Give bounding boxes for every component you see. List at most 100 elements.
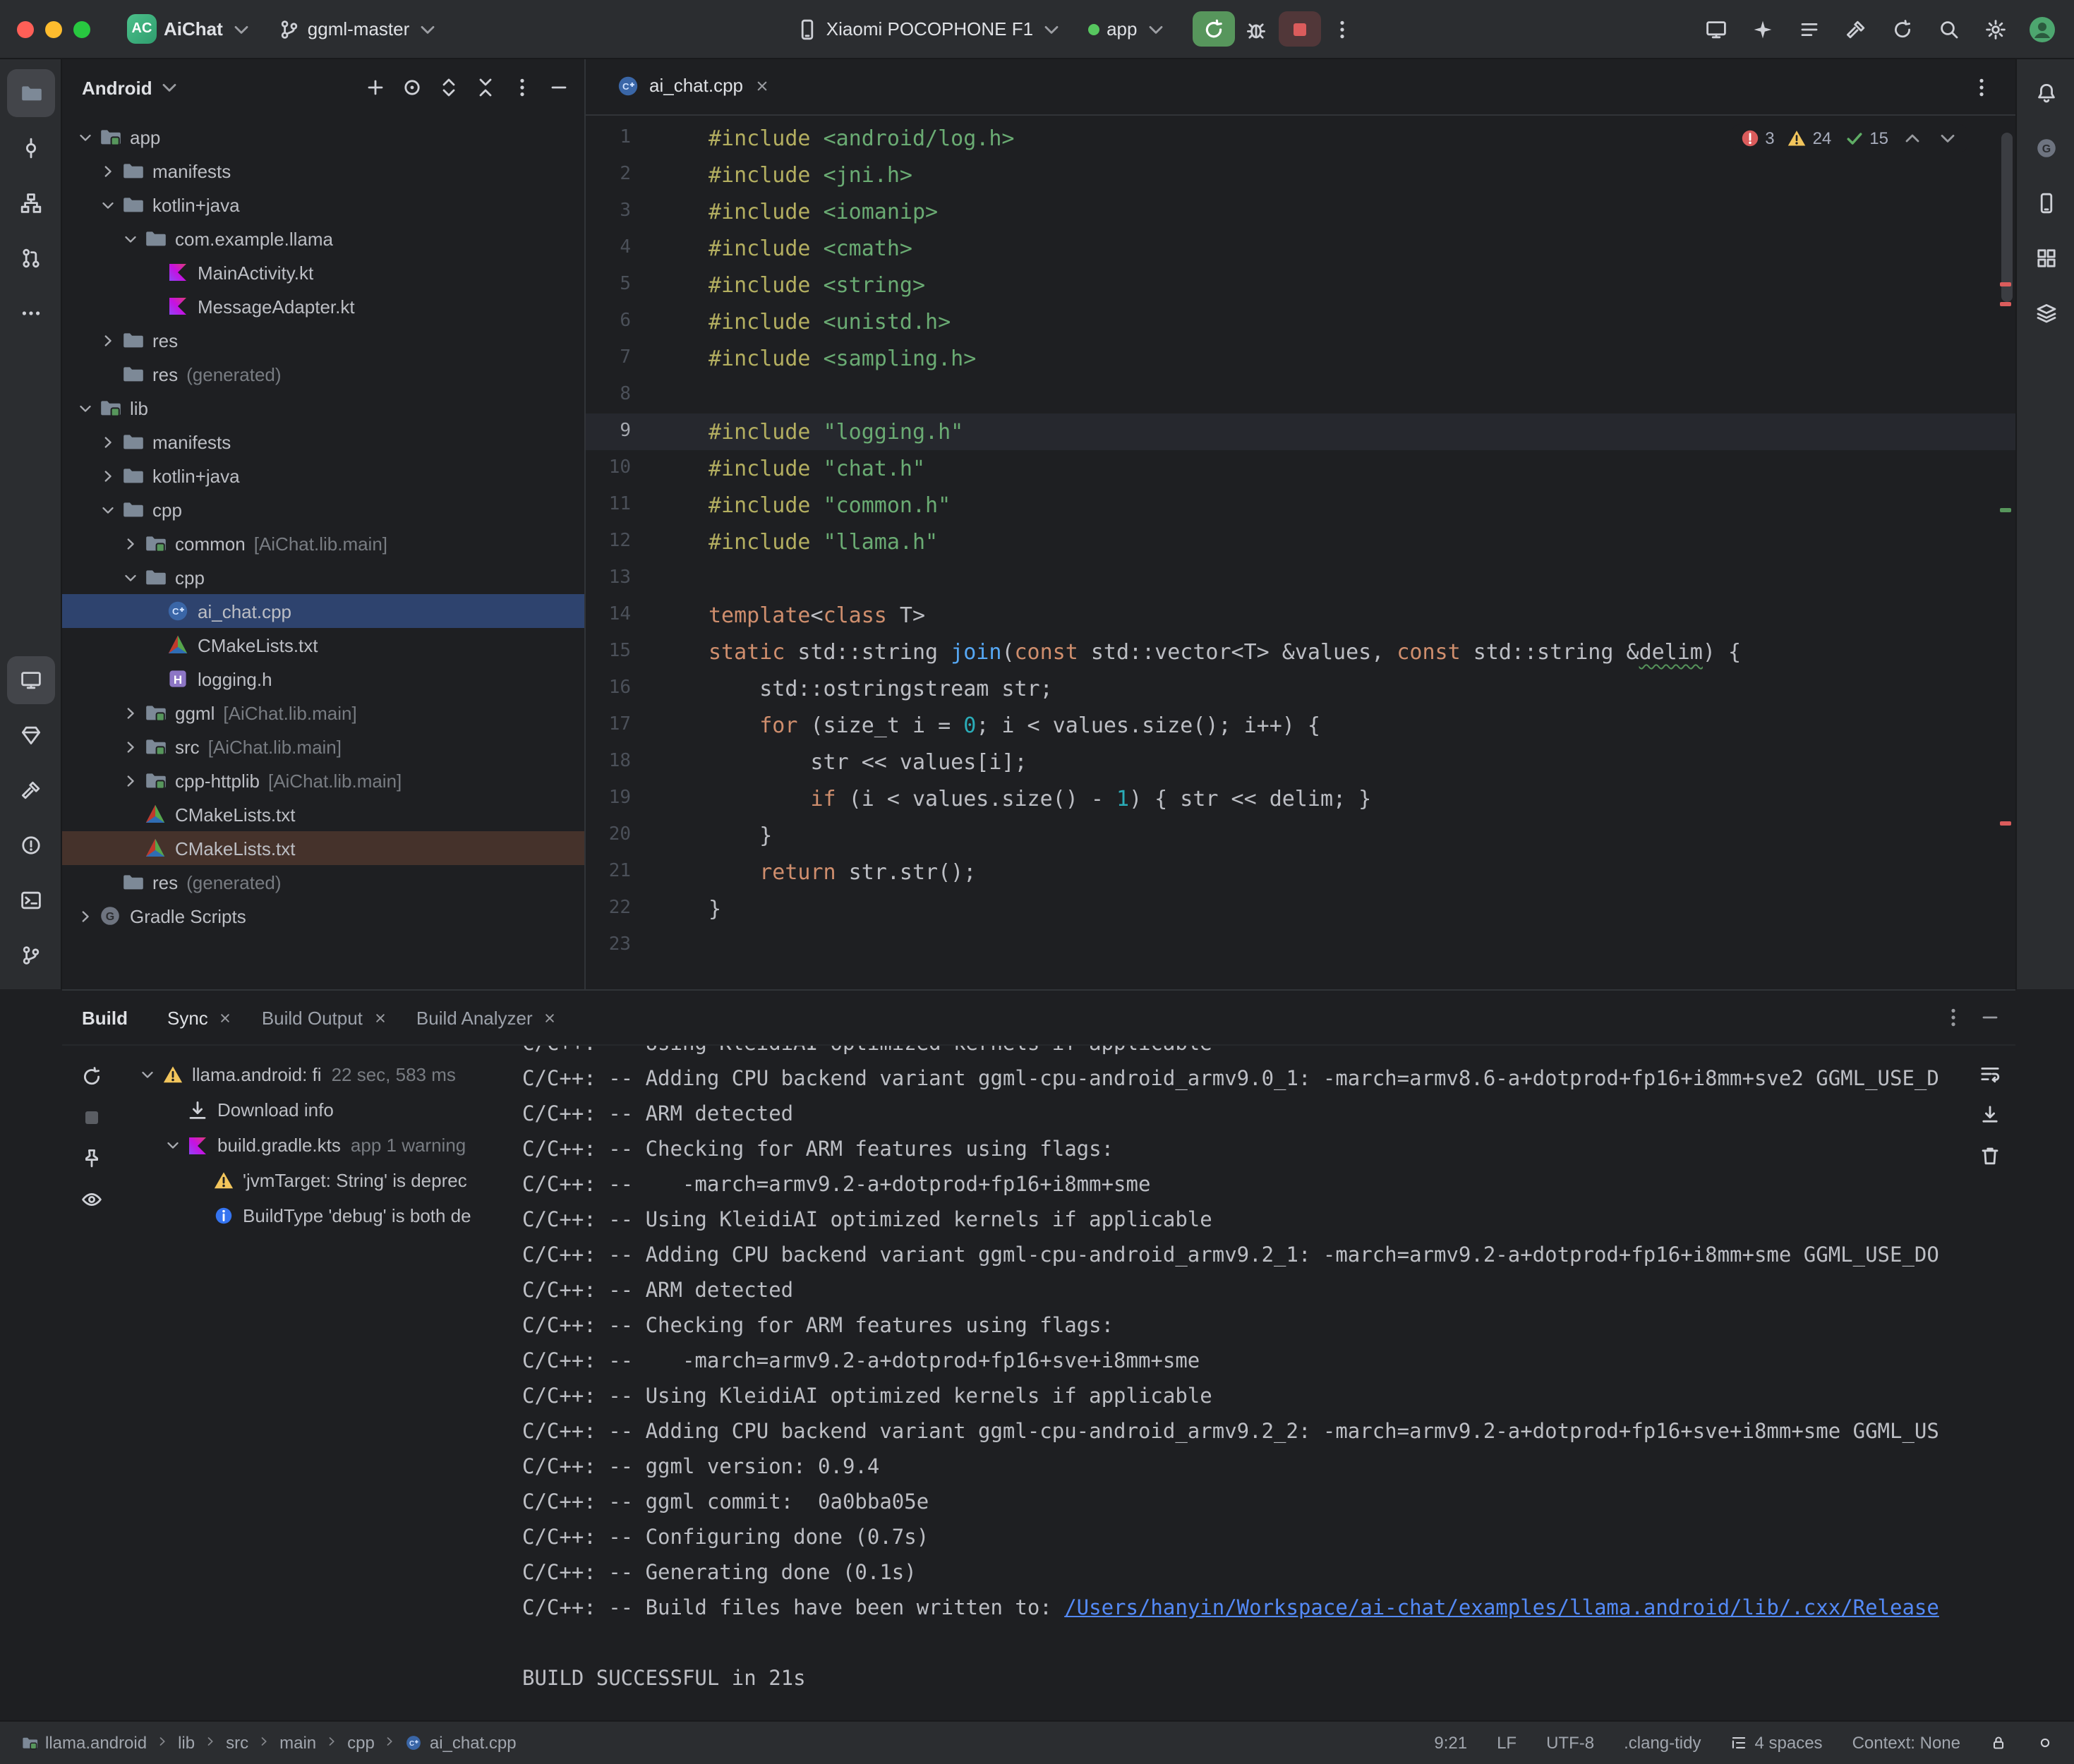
close-tab-icon[interactable] <box>753 77 770 94</box>
chevron-down-icon[interactable] <box>96 498 120 521</box>
build-output-path-link[interactable]: /Users/hanyin/Workspace/ai-chat/examples… <box>1064 1597 1939 1620</box>
device-manager-tool-button[interactable] <box>2022 179 2070 227</box>
chevron-down-icon[interactable] <box>119 227 143 250</box>
code-line-22[interactable]: 22} <box>586 890 2015 927</box>
build-tree-item-0[interactable]: llama.android: fi22 sec, 583 ms <box>121 1057 505 1092</box>
code-line-18[interactable]: 18 str << values[i]; <box>586 744 2015 780</box>
code-line-8[interactable]: 8 <box>586 377 2015 413</box>
app-inspection-tool-button[interactable] <box>2022 289 2070 337</box>
tree-item-cpp-13[interactable]: cpp <box>62 560 584 594</box>
tree-item-common-12[interactable]: common[AiChat.lib.main] <box>62 526 584 560</box>
code-line-13[interactable]: 13 <box>586 560 2015 597</box>
close-window-button[interactable] <box>17 20 34 37</box>
tree-item-cmakelists-txt-20[interactable]: CMakeLists.txt <box>62 797 584 831</box>
stop-button[interactable] <box>1279 11 1321 47</box>
tree-item-res-7[interactable]: res(generated) <box>62 357 584 391</box>
close-tab-icon[interactable] <box>543 1010 558 1025</box>
code-line-23[interactable]: 23 <box>586 927 2015 964</box>
scroll-to-end-button[interactable] <box>1973 1098 2007 1132</box>
settings-icon[interactable] <box>1976 11 2014 47</box>
code-line-14[interactable]: 14template<class T> <box>586 597 2015 634</box>
project-widget[interactable]: AC AiChat <box>116 8 264 49</box>
app-quality-insights-tool-button[interactable] <box>6 711 54 759</box>
tree-item-messageadapter-kt-5[interactable]: MessageAdapter.kt <box>62 289 584 323</box>
problems-tool-button[interactable] <box>6 821 54 869</box>
code-line-11[interactable]: 11#include "common.h" <box>586 487 2015 524</box>
chevron-down-icon[interactable] <box>96 193 120 216</box>
tree-item-com-example-llama-3[interactable]: com.example.llama <box>62 222 584 255</box>
panel-options-button[interactable] <box>505 71 539 104</box>
chevron-right-icon[interactable] <box>73 905 97 927</box>
line-separator[interactable]: LF <box>1493 1730 1521 1756</box>
previous-issue-icon[interactable] <box>1901 127 1924 150</box>
tree-item-manifests-9[interactable]: manifests <box>62 425 584 459</box>
breadcrumb-src[interactable]: src <box>222 1732 253 1754</box>
chevron-right-icon[interactable] <box>96 329 120 351</box>
tree-item-app-0[interactable]: app <box>62 120 584 154</box>
project-tool-button[interactable] <box>6 69 54 117</box>
tree-item-gradle-scripts-23[interactable]: GGradle Scripts <box>62 899 584 933</box>
code-line-5[interactable]: 5#include <string> <box>586 267 2015 303</box>
chevron-down-icon[interactable] <box>73 397 97 419</box>
device-selector[interactable]: Xiaomi POCOPHONE F1 <box>785 12 1074 46</box>
tree-item-ggml-17[interactable]: ggml[AiChat.lib.main] <box>62 696 584 730</box>
build-tab-build-analyzer[interactable]: Build Analyzer <box>405 991 569 1044</box>
expand-all-button[interactable] <box>432 71 466 104</box>
editor-tab-ai-chat-cpp[interactable]: C ai_chat.cpp <box>603 59 784 114</box>
clang-tidy-status[interactable]: .clang-tidy <box>1620 1730 1705 1756</box>
tree-item-cpp-11[interactable]: cpp <box>62 493 584 526</box>
code-line-9[interactable]: 9#include "logging.h" <box>586 413 2015 450</box>
code-line-17[interactable]: 17 for (size_t i = 0; i < values.size();… <box>586 707 2015 744</box>
add-button[interactable] <box>358 71 392 104</box>
chevron-right-icon[interactable] <box>96 159 120 182</box>
close-tab-icon[interactable] <box>373 1010 388 1025</box>
breadcrumb-cpp[interactable]: cpp <box>343 1732 379 1754</box>
pin-tab-button[interactable] <box>75 1142 109 1176</box>
close-tab-icon[interactable] <box>218 1010 234 1025</box>
tab-bar-options-icon[interactable] <box>1965 70 1998 104</box>
build-panel-title[interactable]: Build <box>82 1007 128 1028</box>
next-issue-icon[interactable] <box>1936 127 1959 150</box>
build-tree-item-2[interactable]: build.gradle.ktsapp 1 warning <box>121 1128 505 1163</box>
tree-item-logging-h-16[interactable]: Hlogging.h <box>62 662 584 696</box>
tree-item-res-22[interactable]: res(generated) <box>62 865 584 899</box>
chevron-right-icon[interactable] <box>119 701 143 724</box>
context-status[interactable]: Context: None <box>1848 1730 1965 1756</box>
run-more-options-button[interactable] <box>1324 11 1362 47</box>
breadcrumb-llama-android[interactable]: llama.android <box>17 1732 151 1754</box>
build-tab-sync[interactable]: Sync <box>156 991 245 1044</box>
pull-requests-tool-button[interactable] <box>6 234 54 282</box>
user-avatar[interactable] <box>2022 11 2061 47</box>
soft-wrap-button[interactable] <box>1973 1057 2007 1091</box>
readonly-lock[interactable] <box>1986 1732 2011 1754</box>
tree-item-mainactivity-kt-4[interactable]: MainActivity.kt <box>62 255 584 289</box>
resource-manager-tool-button[interactable] <box>2022 234 2070 282</box>
code-line-2[interactable]: 2#include <jni.h> <box>586 157 2015 193</box>
structure-tool-button[interactable] <box>6 179 54 227</box>
indent-status[interactable]: 4 spaces <box>1727 1730 1827 1756</box>
sync-project-icon[interactable] <box>1883 11 1921 47</box>
tree-item-kotlin-java-2[interactable]: kotlin+java <box>62 188 584 222</box>
tree-item-lib-8[interactable]: lib <box>62 391 584 425</box>
search-everywhere-icon[interactable] <box>1929 11 1967 47</box>
clear-output-button[interactable] <box>1973 1139 2007 1173</box>
error-stripe-mark[interactable] <box>2000 821 2011 826</box>
gradle-tool-button[interactable]: G <box>2022 124 2070 172</box>
debug-button[interactable] <box>1238 11 1276 47</box>
minimize-window-button[interactable] <box>45 20 62 37</box>
code-line-15[interactable]: 15static std::string join(const std::vec… <box>586 634 2015 670</box>
terminal-tool-button[interactable] <box>6 876 54 924</box>
filter-output-button[interactable] <box>75 1183 109 1216</box>
build-tab-build-output[interactable]: Build Output <box>251 991 399 1044</box>
code-line-16[interactable]: 16 std::ostringstream str; <box>586 670 2015 707</box>
tree-item-src-18[interactable]: src[AiChat.lib.main] <box>62 730 584 763</box>
build-tree-item-4[interactable]: BuildType 'debug' is both de <box>121 1198 505 1233</box>
code-line-4[interactable]: 4#include <cmath> <box>586 230 2015 267</box>
branch-widget[interactable]: ggml-master <box>267 12 451 46</box>
version-control-tool-button[interactable] <box>6 931 54 979</box>
build-menu-icon[interactable] <box>1836 11 1874 47</box>
code-editor[interactable]: 1#include <android/log.h>2#include <jni.… <box>586 116 2015 989</box>
tree-item-kotlin-java-10[interactable]: kotlin+java <box>62 459 584 493</box>
more-tool-windows-button[interactable] <box>6 289 54 337</box>
tree-item-cmakelists-txt-15[interactable]: CMakeLists.txt <box>62 628 584 662</box>
